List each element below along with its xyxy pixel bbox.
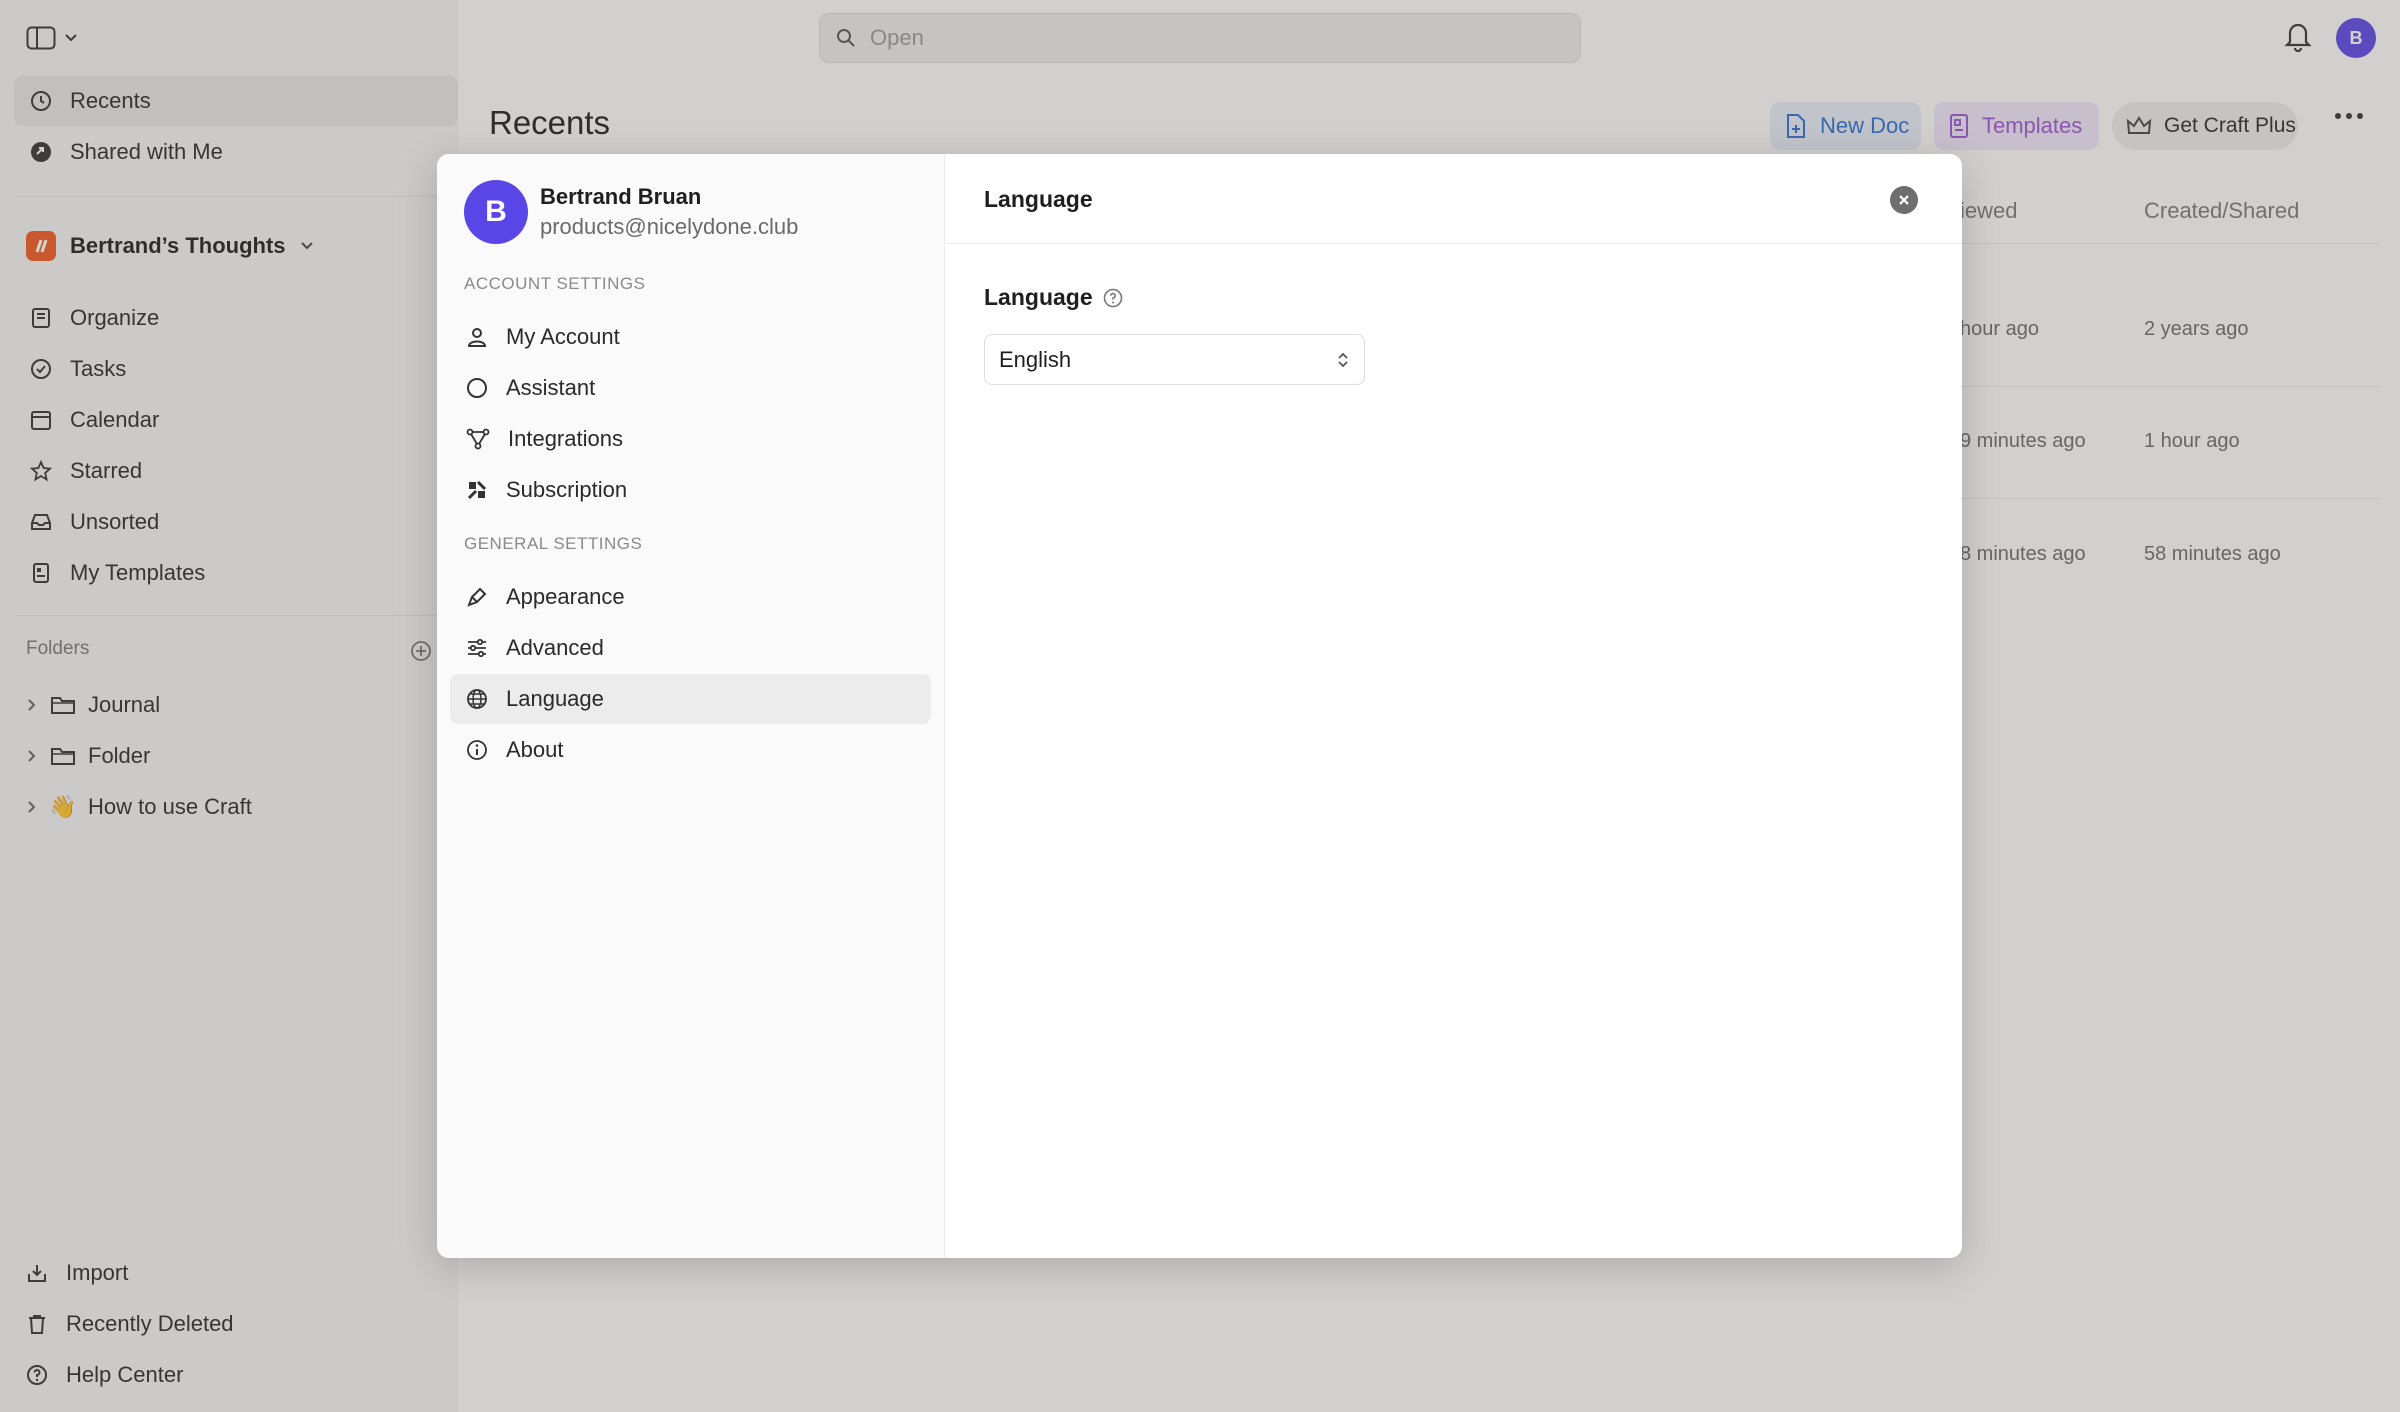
language-label-text: Language — [984, 284, 1093, 310]
settings-item-appearance[interactable]: Appearance — [450, 572, 931, 622]
language-select[interactable]: English — [984, 334, 1365, 385]
settings-content: Language Language English — [946, 154, 1962, 1258]
settings-item-assistant[interactable]: Assistant — [450, 363, 931, 413]
settings-item-subscription[interactable]: Subscription — [450, 465, 931, 515]
info-icon — [466, 739, 488, 761]
general-settings-heading: GENERAL SETTINGS — [464, 534, 643, 553]
profile-name: Bertrand Bruan — [540, 184, 702, 209]
close-icon — [1899, 195, 1909, 205]
globe-icon — [466, 688, 488, 710]
circle-icon — [466, 377, 488, 399]
settings-item-label: My Account — [506, 324, 620, 349]
close-button[interactable] — [1890, 186, 1918, 214]
settings-item-label: Appearance — [506, 584, 625, 609]
settings-item-language[interactable]: Language — [450, 674, 931, 724]
settings-header: Language — [946, 154, 1962, 244]
settings-item-label: Integrations — [508, 426, 623, 451]
sliders-icon — [466, 637, 488, 659]
profile-avatar: B — [464, 180, 528, 244]
settings-item-my-account[interactable]: My Account — [450, 312, 931, 362]
settings-panel-title: Language — [984, 186, 1093, 212]
settings-item-label: Subscription — [506, 477, 628, 502]
settings-item-label: Assistant — [506, 375, 596, 400]
settings-sidebar: B Bertrand Bruan products@nicelydone.clu… — [437, 154, 945, 1258]
language-field-label: Language — [984, 284, 1123, 311]
person-icon — [466, 326, 488, 348]
chevron-up-down-icon — [1336, 350, 1350, 370]
profile-email: products@nicelydone.club — [540, 214, 799, 239]
settings-item-label: About — [506, 737, 564, 762]
settings-item-about[interactable]: About — [450, 725, 931, 775]
help-icon[interactable] — [1103, 288, 1123, 308]
language-select-value: English — [999, 346, 1072, 372]
subscription-icon — [466, 479, 488, 501]
settings-item-advanced[interactable]: Advanced — [450, 623, 931, 673]
brush-icon — [466, 586, 488, 608]
settings-modal: B Bertrand Bruan products@nicelydone.clu… — [437, 154, 1962, 1258]
integrations-icon — [466, 428, 490, 450]
settings-item-label: Language — [506, 686, 604, 711]
settings-item-integrations[interactable]: Integrations — [450, 414, 931, 464]
settings-item-label: Advanced — [506, 635, 604, 660]
account-settings-heading: ACCOUNT SETTINGS — [464, 274, 646, 293]
